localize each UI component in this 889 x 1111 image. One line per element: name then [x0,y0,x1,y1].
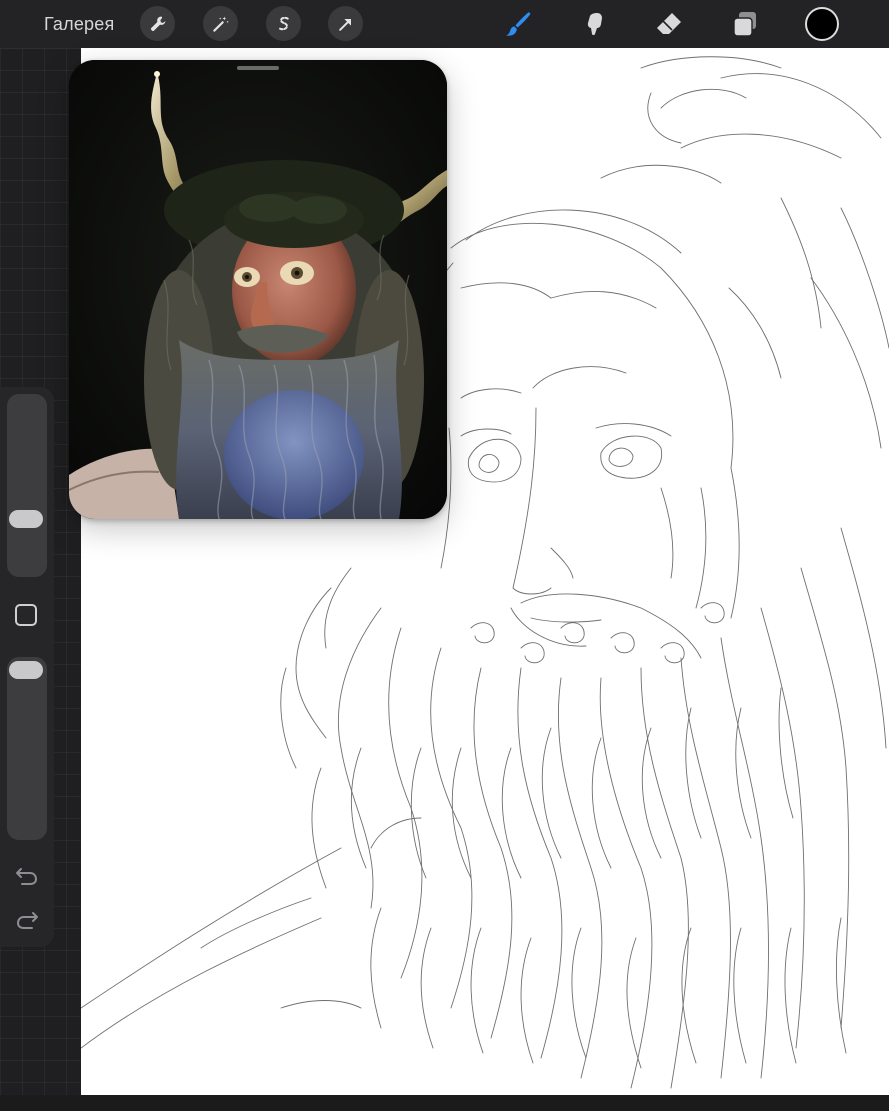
opacity-slider[interactable] [7,657,47,840]
smudge-icon [587,13,602,36]
selection-s-icon [278,16,289,30]
undo-button[interactable] [14,865,40,887]
eraser-icon [657,13,681,34]
brush-icon [506,12,531,36]
reference-painting-image [69,60,447,519]
selection-button[interactable] [266,6,301,41]
gallery-button[interactable]: Галерея [44,12,114,36]
brush-tool-button[interactable] [500,6,536,42]
redo-icon [16,912,38,929]
bottom-edge [0,1095,889,1111]
top-toolbar: Галерея [0,0,889,49]
color-swatch-button[interactable] [805,7,839,41]
eraser-tool-button[interactable] [651,6,687,42]
opacity-thumb[interactable] [9,661,43,679]
left-sidebar [0,387,54,947]
magic-wand-icon [212,16,229,32]
adjustments-button[interactable] [203,6,238,41]
reference-drag-handle[interactable] [237,66,279,70]
transform-button[interactable] [328,6,363,41]
reference-window[interactable] [69,60,447,519]
redo-button[interactable] [14,909,40,931]
wrench-icon [150,16,165,31]
smudge-tool-button[interactable] [577,6,613,42]
actions-button[interactable] [140,6,175,41]
undo-icon [16,868,38,885]
layers-button[interactable] [727,6,763,42]
brush-size-slider[interactable] [7,394,47,577]
layers-icon [733,12,756,37]
transform-arrow-icon [338,18,351,31]
brush-size-thumb[interactable] [9,510,43,528]
modify-button[interactable] [15,604,37,626]
